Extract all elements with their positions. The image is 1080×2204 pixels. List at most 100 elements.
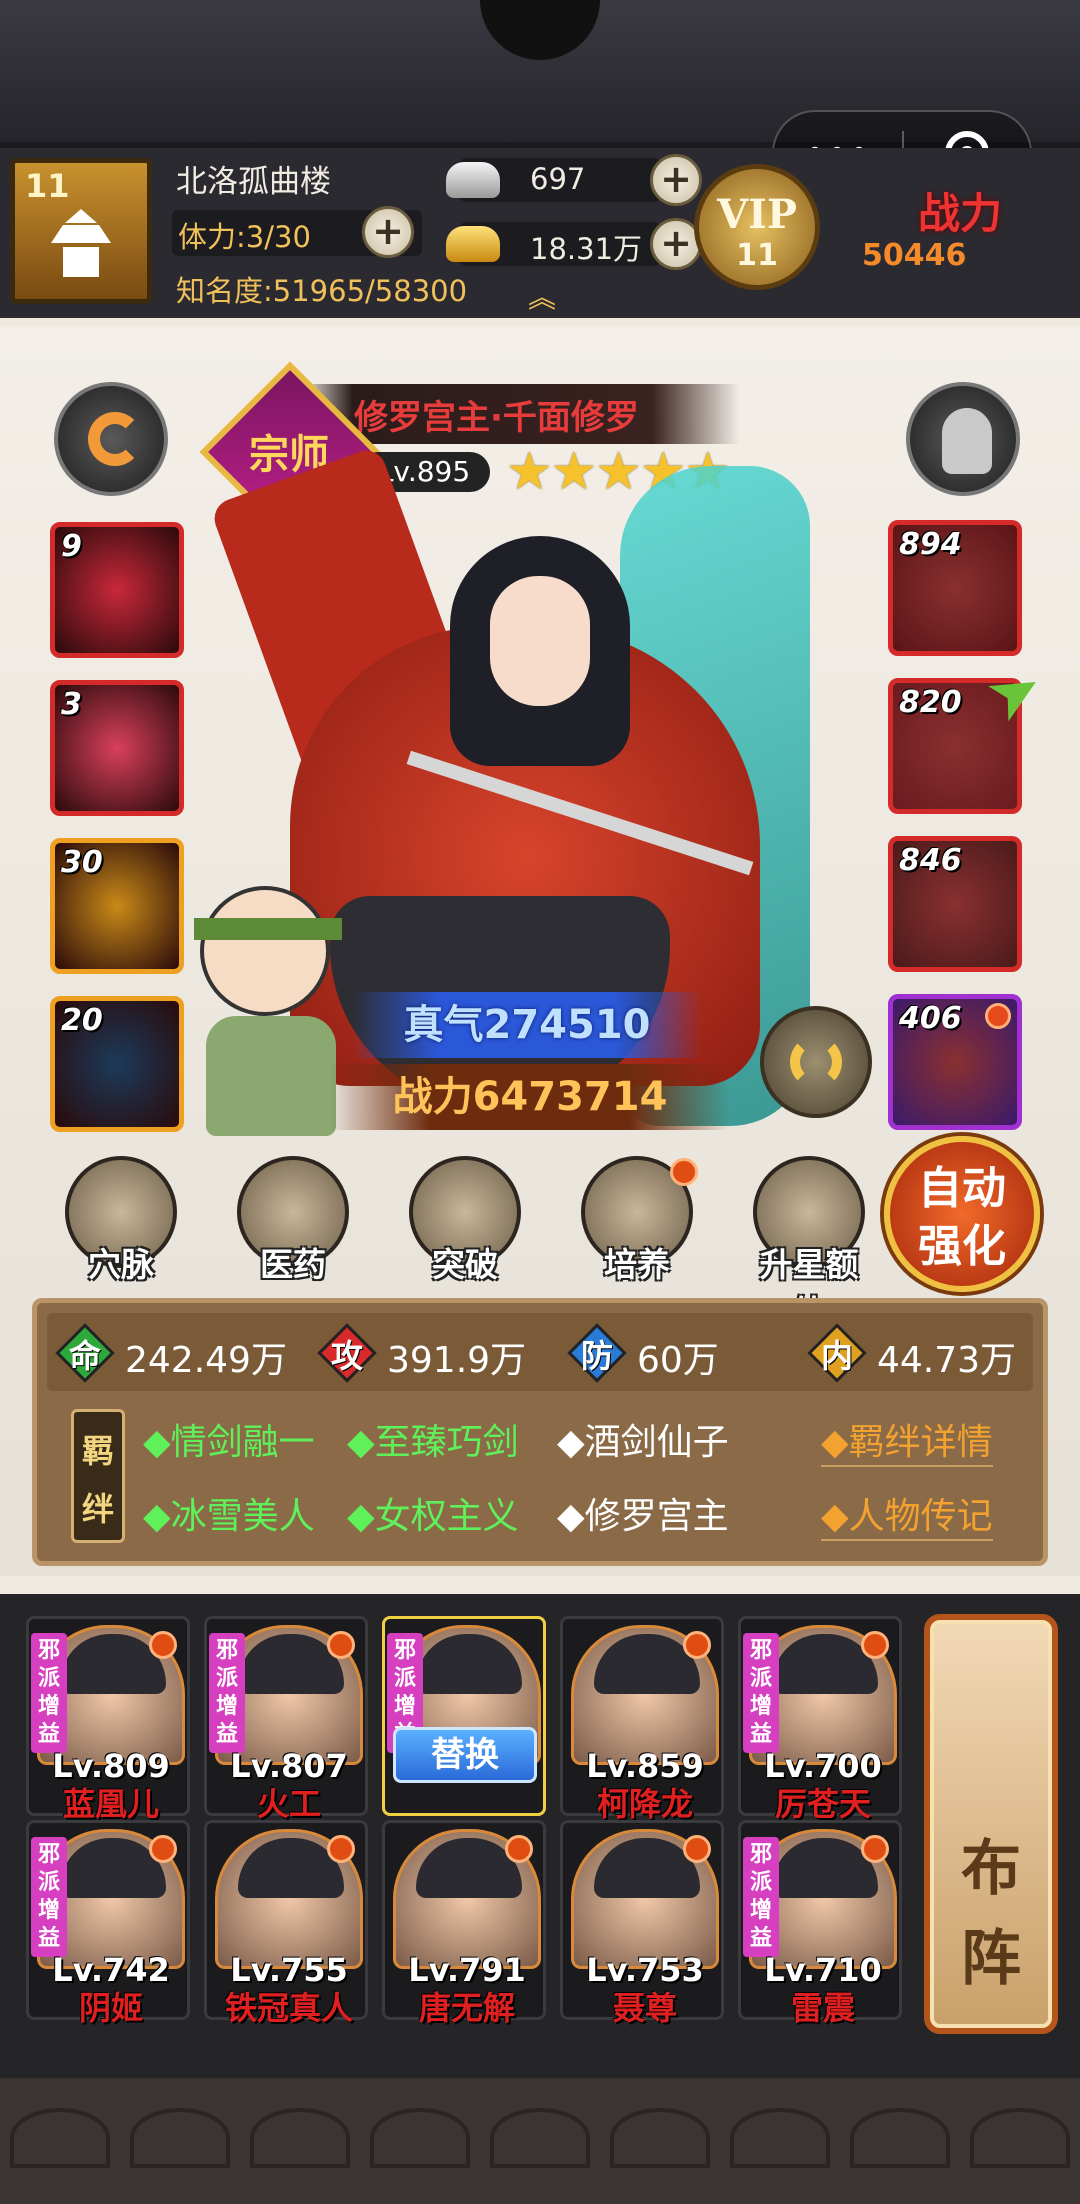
hero-card[interactable]: 邪派增益 Lv.700 厉苍天 xyxy=(738,1616,902,1823)
function-button[interactable]: 医药 xyxy=(230,1156,356,1286)
hero-card[interactable]: 邪派增益 Lv.710 雷震 xyxy=(738,1820,902,2027)
evil-bonus-tag: 邪派增益 xyxy=(209,1633,245,1753)
add-stamina-button[interactable]: + xyxy=(362,206,414,258)
bond-item[interactable]: ◆修罗宫主 xyxy=(557,1487,729,1539)
hero-biography-link[interactable]: ◆人物传记 xyxy=(821,1487,993,1541)
evil-bonus-tag: 邪派增益 xyxy=(743,1837,779,1957)
notification-dot xyxy=(149,1835,177,1863)
power-label: 战力 xyxy=(918,189,1003,238)
hero-figure-icon xyxy=(942,408,992,474)
notification-dot xyxy=(149,1631,177,1659)
refresh-icon xyxy=(790,1036,842,1088)
formation-button[interactable]: 布 阵 xyxy=(924,1614,1058,2034)
equipment-slot[interactable]: 846 xyxy=(888,836,1022,972)
hero-name: 唐无解 xyxy=(418,1989,515,2027)
skill-slot[interactable]: 30 xyxy=(50,838,184,974)
auto-upgrade-line1: 自动 xyxy=(918,1163,1006,1214)
bond-item[interactable]: ◆情剑融一 xyxy=(143,1413,315,1465)
equipment-slot[interactable]: 406 xyxy=(888,994,1022,1130)
stat-value: 44.73万 xyxy=(877,1340,1017,1381)
stat-key: 攻 xyxy=(330,1337,363,1375)
skill-slot[interactable]: 20 xyxy=(50,996,184,1132)
hero-card[interactable]: 邪派增益替换 xyxy=(382,1616,546,1816)
player-avatar[interactable]: 11 xyxy=(10,158,152,304)
hero-name: 雷震 xyxy=(790,1989,855,2027)
player-level: 11 xyxy=(25,167,70,205)
hero-card[interactable]: 邪派增益 Lv.809 蓝凰儿 xyxy=(26,1616,190,1823)
hero-hair xyxy=(416,1634,522,1694)
auto-upgrade-line2: 强化 xyxy=(918,1221,1006,1272)
expand-chevron-icon[interactable]: ︽ xyxy=(528,276,556,316)
notification-dot xyxy=(683,1835,711,1863)
skill-level: 3 xyxy=(61,687,82,722)
silver-value: 697 xyxy=(530,162,586,196)
auto-upgrade-button[interactable]: 自动 强化 xyxy=(884,1136,1040,1292)
replace-button[interactable]: 替换 xyxy=(393,1727,537,1783)
evil-bonus-tag: 邪派增益 xyxy=(31,1837,67,1957)
hero-power: 战力6473714 xyxy=(330,1064,730,1130)
stat-icon: 内 xyxy=(807,1323,867,1383)
gold-ingot-icon xyxy=(446,226,500,262)
hero-qi: 真气274510 xyxy=(352,992,702,1058)
notification-dot xyxy=(683,1631,711,1659)
equipment-level: 846 xyxy=(899,843,962,878)
formation-line2: 阵 xyxy=(961,1924,1021,1994)
bond-item[interactable]: ◆女权主义 xyxy=(347,1487,519,1539)
stats-panel: 命 242.49万 攻 391.9万 防 60万 内 44.73万 羁绊 ◆情剑融一 ◆至臻巧… xyxy=(32,1298,1048,1566)
hero-card[interactable]: Lv.859 柯降龙 xyxy=(560,1616,724,1823)
hero-name: 火工 xyxy=(256,1785,321,1823)
pagoda-icon xyxy=(51,209,111,279)
stat-key: 命 xyxy=(68,1337,101,1375)
back-arrow-icon xyxy=(88,412,142,466)
stat-value: 242.49万 xyxy=(125,1340,287,1381)
function-label: 培养 xyxy=(604,1245,670,1284)
hero-figure-button[interactable] xyxy=(906,382,1020,496)
equipment-slot[interactable]: 894 xyxy=(888,520,1022,656)
stat-icon: 防 xyxy=(567,1323,627,1383)
notification-dot xyxy=(327,1631,355,1659)
hero-name: 聂尊 xyxy=(612,1989,677,2027)
notification-dot xyxy=(505,1835,533,1863)
hero-card[interactable]: Lv.791 唐无解 xyxy=(382,1820,546,2027)
hero-card[interactable]: Lv.755 铁冠真人 xyxy=(204,1820,368,2027)
fame-display: 知名度:51965/58300 xyxy=(176,274,468,308)
hero-name: 厉苍天 xyxy=(774,1785,871,1823)
swap-hero-button[interactable] xyxy=(760,1006,872,1118)
bond-area: 羁绊 ◆情剑融一 ◆至臻巧剑 ◆酒剑仙子 ◆冰雪美人 ◆女权主义 ◆修罗宫主 ◆… xyxy=(47,1399,1033,1555)
bond-item[interactable]: ◆冰雪美人 xyxy=(143,1487,315,1539)
equipment-level: 406 xyxy=(899,1001,962,1036)
power-value: 50446 xyxy=(862,238,967,273)
bond-item[interactable]: ◆酒剑仙子 xyxy=(557,1413,729,1465)
hero-name: 蓝凰儿 xyxy=(62,1785,159,1823)
notification-dot xyxy=(670,1158,698,1186)
skill-slot[interactable]: 3 xyxy=(50,680,184,816)
skill-slot[interactable]: 9 xyxy=(50,522,184,658)
vip-label: VIP xyxy=(717,191,797,238)
skill-level: 20 xyxy=(61,1003,103,1038)
notification-dot xyxy=(327,1835,355,1863)
skill-level: 30 xyxy=(61,845,103,880)
gold-value: 18.31万 xyxy=(530,232,643,266)
vip-badge[interactable]: VIP 11 xyxy=(694,164,820,290)
function-label: 穴脉 xyxy=(88,1245,154,1284)
hero-card[interactable]: Lv.753 聂尊 xyxy=(560,1820,724,2027)
notification-dot xyxy=(861,1631,889,1659)
hero-name: 铁冠真人 xyxy=(224,1989,353,2027)
back-button[interactable] xyxy=(54,382,168,496)
skill-level: 9 xyxy=(61,529,82,564)
function-label: 医药 xyxy=(260,1245,326,1284)
hero-card[interactable]: 邪派增益 Lv.807 火工 xyxy=(204,1616,368,1823)
function-button[interactable]: 穴脉 xyxy=(58,1156,184,1286)
hero-card[interactable]: 邪派增益 Lv.742 阴姬 xyxy=(26,1820,190,2027)
total-power[interactable]: 战力 50446 xyxy=(858,180,1078,280)
face-art xyxy=(490,576,590,706)
silver-ingot-icon xyxy=(446,162,500,198)
add-silver-button[interactable]: + xyxy=(650,154,702,206)
notification-dot xyxy=(985,1003,1011,1029)
bond-detail-link[interactable]: ◆羁绊详情 xyxy=(821,1413,993,1467)
equipment-level: 894 xyxy=(899,527,962,562)
function-button[interactable]: 培养 xyxy=(574,1156,700,1286)
function-button[interactable]: 突破 xyxy=(402,1156,528,1286)
bond-item[interactable]: ◆至臻巧剑 xyxy=(347,1413,519,1465)
function-label: 突破 xyxy=(432,1245,498,1284)
